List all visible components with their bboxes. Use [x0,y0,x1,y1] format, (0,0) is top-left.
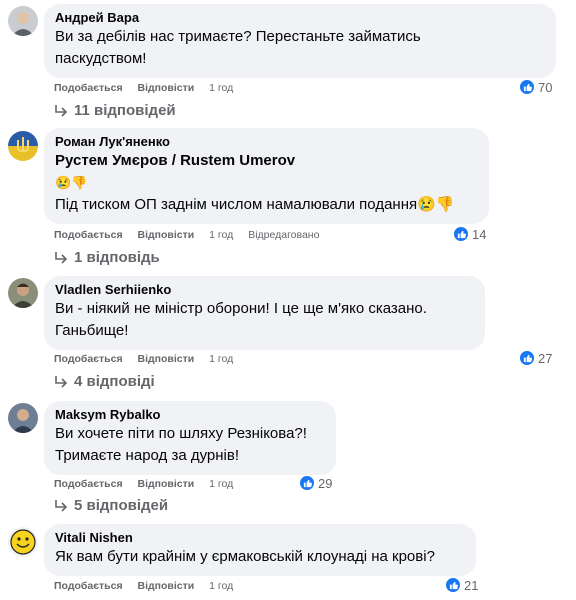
comment-author[interactable]: Vladlen Serhiienko [55,281,474,298]
comment-actions: Подобається Відповісти 1 год Відредагова… [54,229,331,241]
avatar-smiley-icon [8,527,38,557]
comment-bubble: Андрей Вара Ви за дебілів нас тримаєте? … [44,4,556,78]
reply-button[interactable]: Відповісти [138,82,195,94]
reaction-count-value: 29 [318,475,333,491]
comment-bubble: Maksym Rybalko Ви хочете піти по шляху Р… [44,401,336,475]
reply-button[interactable]: Відповісти [138,580,195,592]
avatar[interactable] [8,278,38,308]
like-button[interactable]: Подобається [54,229,123,241]
comment-text-line: паскудством! [55,50,147,67]
comment-bubble: Vitali Nishen Як вам бути крайнім у єрма… [44,524,476,576]
avatar[interactable] [8,527,38,557]
comment-text-line: Ганьбище! [55,322,129,339]
reply-button[interactable]: Відповісти [138,478,195,490]
like-button[interactable]: Подобається [54,478,123,490]
like-reaction-icon [453,226,469,242]
comment-time[interactable]: 1 год [209,478,233,490]
reaction-count-value: 27 [538,350,553,366]
reaction-count-value: 14 [472,226,487,242]
comment-author[interactable]: Андрей Вара [55,9,545,26]
reply-arrow-icon [55,375,68,388]
comment-bubble: Vladlen Serhiienko Ви - ніякий не мініст… [44,276,485,350]
like-button[interactable]: Подобається [54,580,123,592]
comment-emoji-line: 😢👎 [55,175,88,190]
comment-actions: Подобається Відповісти 1 год [54,82,245,94]
avatar[interactable] [8,6,38,36]
reply-button[interactable]: Відповісти [138,229,195,241]
reaction-count[interactable]: 21 [445,577,478,593]
comment-text-line: Тримаєте народ за дурнів! [55,447,240,464]
comment-author[interactable]: Vitali Nishen [55,529,465,546]
avatar[interactable] [8,131,38,161]
reaction-count-value: 70 [538,79,553,95]
avatar-photo-icon [8,278,38,308]
like-button[interactable]: Подобається [54,82,123,94]
reaction-count-value: 21 [464,577,479,593]
comment-text-line: Ви за дебілів нас тримаєте? Перестаньте … [55,28,421,45]
mention-link[interactable]: Рустем Умєров / Rustem Umerov [55,150,478,172]
like-reaction-icon [299,475,315,491]
view-replies-button[interactable]: 4 відповіді [54,373,155,390]
replies-label: 1 відповідь [74,249,160,266]
reaction-count[interactable]: 70 [519,79,552,95]
reply-arrow-icon [55,499,68,512]
avatar-photo-icon [8,6,38,36]
avatar[interactable] [8,403,38,433]
avatar-trident-icon [8,131,38,161]
comment-author[interactable]: Maksym Rybalko [55,406,325,423]
comment-text-line: Ви хочете піти по шляху Резнікова?! [55,425,307,442]
replies-label: 4 відповіді [74,373,155,390]
comment-author[interactable]: Роман Лук'яненко [55,133,478,150]
view-replies-button[interactable]: 1 відповідь [54,249,160,266]
comment-actions: Подобається Відповісти 1 год [54,478,245,490]
like-reaction-icon [519,79,535,95]
view-replies-button[interactable]: 11 відповідей [54,102,176,119]
like-reaction-icon [445,577,461,593]
like-button[interactable]: Подобається [54,353,123,365]
comment-actions: Подобається Відповісти 1 год [54,580,245,592]
comment-text-line: Під тиском ОП заднім числом намалювали п… [55,196,455,213]
replies-label: 5 відповідей [74,497,169,514]
view-replies-button[interactable]: 5 відповідей [54,497,168,514]
comment-actions: Подобається Відповісти 1 год [54,353,245,365]
comment-text-line: Ви - ніякий не міністр оборони! І це ще … [55,300,427,317]
reply-arrow-icon [55,251,68,264]
reply-button[interactable]: Відповісти [138,353,195,365]
edited-label: Відредаговано [248,229,320,241]
replies-label: 11 відповідей [74,102,176,119]
comment-time[interactable]: 1 год [209,580,233,592]
comment-text-line: Як вам бути крайнім у єрмаковській клоун… [55,548,435,565]
comment-time[interactable]: 1 год [209,353,233,365]
comment-time[interactable]: 1 год [209,82,233,94]
comment-time[interactable]: 1 год [209,229,233,241]
comment-bubble: Роман Лук'яненко Рустем Умєров / Rustem … [44,128,489,224]
reaction-count[interactable]: 27 [519,350,552,366]
like-reaction-icon [519,350,535,366]
reaction-count[interactable]: 14 [453,226,486,242]
reaction-count[interactable]: 29 [299,475,332,491]
reply-arrow-icon [55,104,68,117]
avatar-photo-icon [8,403,38,433]
